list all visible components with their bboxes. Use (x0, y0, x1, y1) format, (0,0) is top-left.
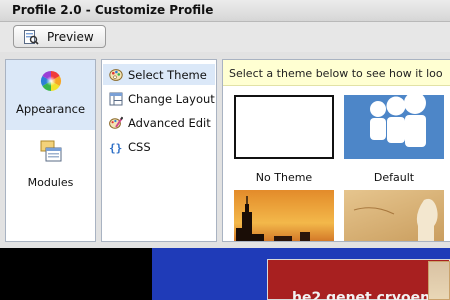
theme-hint: Select a theme below to see how it loo (223, 60, 450, 86)
subitem-label: Select Theme (128, 67, 207, 82)
subitem-change-layout[interactable]: Change Layout (103, 88, 215, 109)
subitem-label: Change Layout (128, 91, 215, 106)
modules-icon (40, 140, 62, 162)
category-modules[interactable]: Modules (6, 132, 95, 196)
css-braces-icon: {} (109, 141, 122, 154)
theme-label: No Theme (255, 171, 313, 184)
subitem-css[interactable]: {} CSS (103, 136, 215, 157)
city-skyline-image (236, 196, 310, 241)
category-panel: Appearance Modules (5, 59, 96, 242)
paint-icon (109, 68, 123, 81)
preview-button-label: Preview (47, 29, 94, 44)
myspace-people-icon (370, 95, 426, 147)
theme-panel: Select a theme below to see how it loo N… (222, 59, 450, 242)
subsection-panel: Select Theme Change Layout Advanced Edit (101, 59, 217, 242)
preview-button[interactable]: Preview (13, 25, 106, 48)
category-label: Modules (27, 176, 74, 189)
preview-icon (24, 29, 39, 45)
title-bar: Profile 2.0 - Customize Profile (0, 0, 450, 22)
preview-photo (428, 261, 450, 300)
toolbar: Preview (0, 22, 450, 52)
parchment-image (353, 198, 438, 241)
profile-preview-strip: he2 genet cryoen (0, 248, 450, 300)
theme-no-theme[interactable] (234, 95, 334, 159)
theme-label: Default (373, 171, 415, 184)
subitem-label: CSS (128, 139, 151, 154)
customize-workspace: Appearance Modules Select Theme Change L… (0, 52, 450, 248)
theme-city-sunset[interactable] (234, 190, 334, 241)
color-wheel-icon (41, 71, 61, 91)
preview-banner-text: he2 genet cryoen (292, 290, 431, 300)
subitem-advanced-edit[interactable]: Advanced Edit (103, 112, 215, 133)
category-appearance[interactable]: Appearance (6, 60, 95, 130)
subitem-label: Advanced Edit (128, 115, 211, 130)
subitem-select-theme[interactable]: Select Theme (103, 64, 215, 85)
theme-parchment[interactable] (344, 190, 444, 241)
category-label: Appearance (15, 102, 86, 116)
layout-grid-icon (109, 92, 123, 105)
theme-default[interactable] (344, 95, 444, 159)
advanced-edit-icon (109, 116, 123, 129)
svg-text:{}: {} (109, 141, 122, 154)
window-title: Profile 2.0 - Customize Profile (12, 3, 214, 17)
